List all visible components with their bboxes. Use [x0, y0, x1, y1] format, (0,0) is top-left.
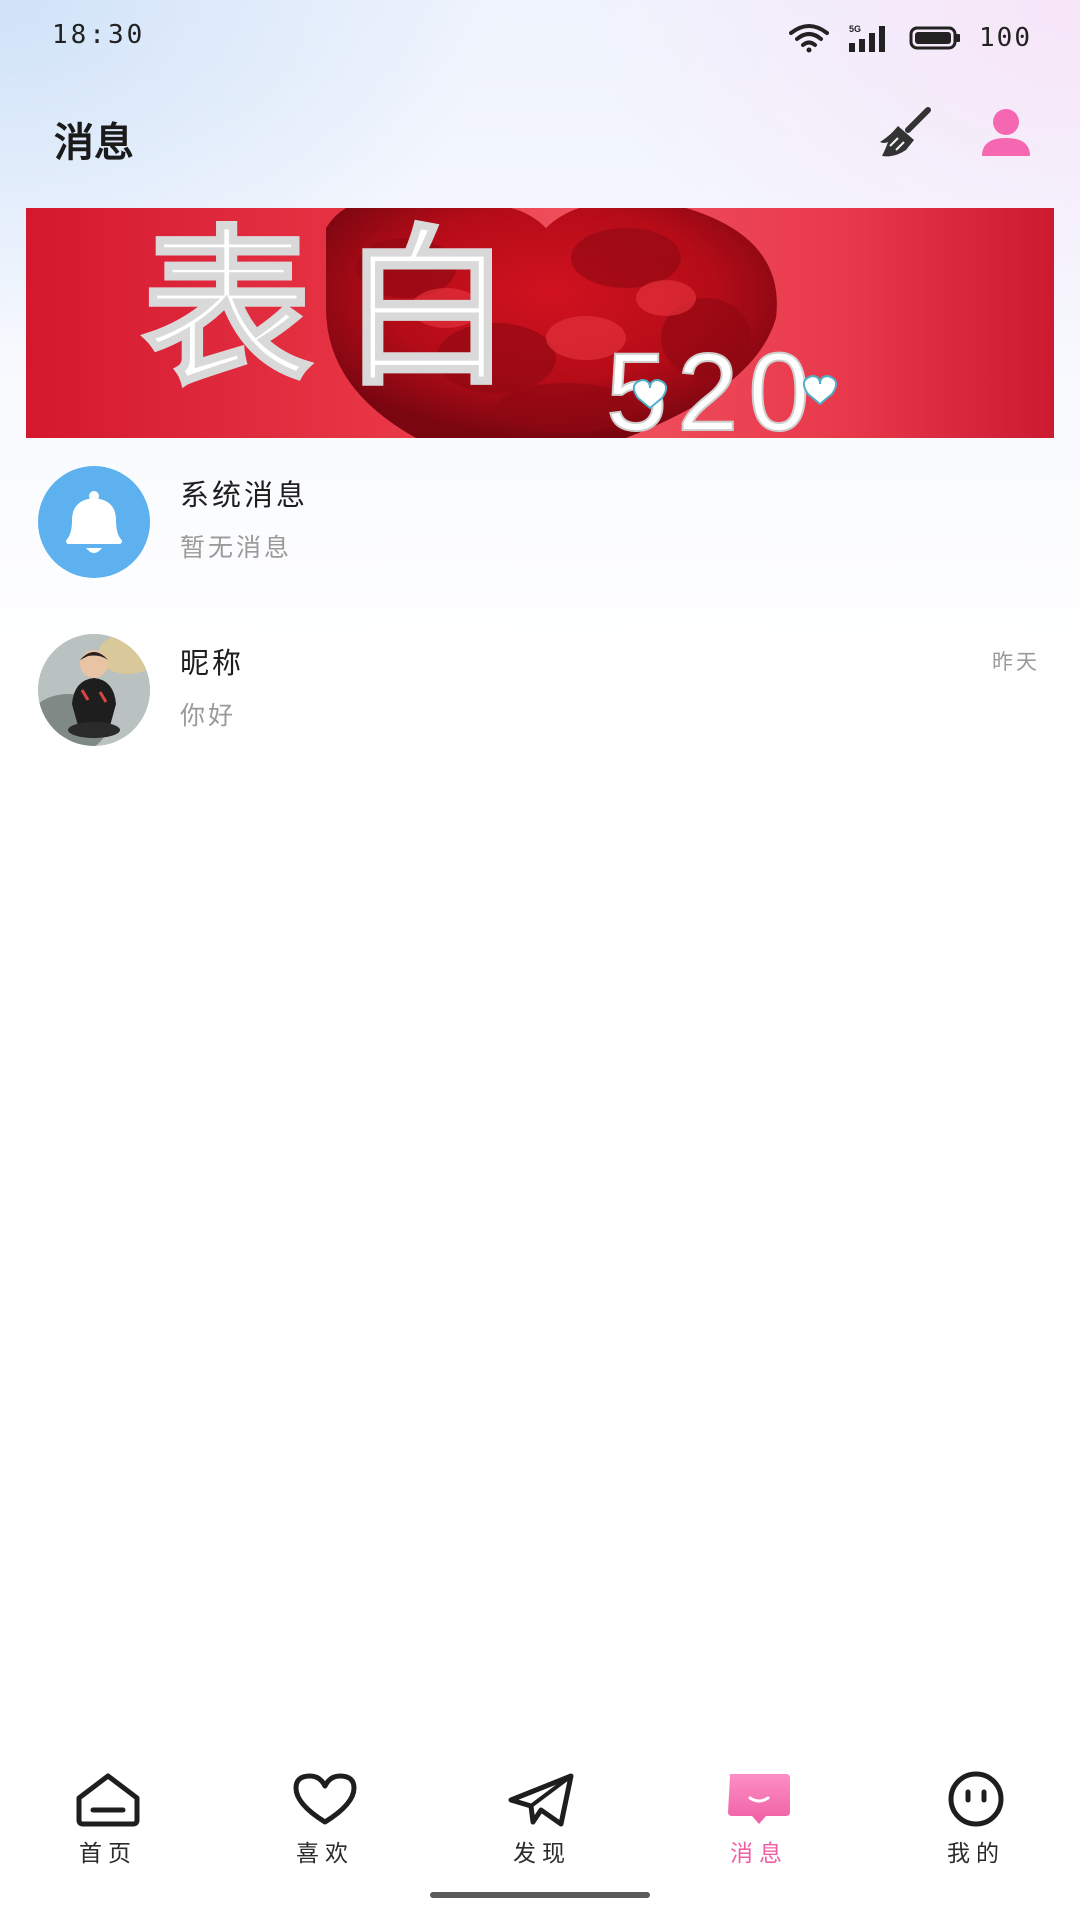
status-bar: 18:30 5G 100 [0, 0, 1080, 76]
cellular-signal-icon: 5G [849, 24, 886, 52]
tab-messages[interactable]: 消息 [689, 1760, 829, 1870]
clear-messages-button[interactable] [876, 106, 936, 162]
user-avatar [38, 634, 150, 746]
face-icon [948, 1771, 1004, 1827]
message-preview: 暂无消息 [180, 533, 293, 562]
chat-message-item[interactable]: 昵称 你好 昨天 [0, 634, 1080, 764]
message-title: 系统消息 [180, 478, 309, 512]
message-icon [728, 1774, 790, 1824]
tab-label: 发现 [513, 1841, 571, 1867]
header: 消息 [0, 96, 1080, 176]
tab-label: 消息 [730, 1841, 788, 1867]
message-title: 昵称 [180, 646, 245, 680]
bell-icon [66, 491, 122, 553]
user-photo [38, 634, 150, 746]
battery-level: 100 [979, 23, 1032, 53]
tab-me[interactable]: 我的 [906, 1760, 1046, 1870]
tab-discover[interactable]: 发现 [472, 1760, 612, 1870]
broom-icon [880, 107, 931, 157]
tab-likes[interactable]: 喜欢 [255, 1760, 395, 1870]
battery-icon [909, 26, 961, 50]
bell-avatar [38, 466, 150, 578]
person-icon [982, 109, 1030, 156]
home-indicator[interactable] [430, 1892, 650, 1898]
status-time: 18:30 [52, 20, 146, 50]
bottom-tab-bar: 首页 喜欢 发现 消息 我的 [0, 1760, 1080, 1870]
network-type-label: 5G [849, 24, 861, 34]
tab-label: 我的 [947, 1841, 1005, 1867]
promo-banner[interactable]: 表白 520 [26, 208, 1054, 438]
banner-artwork: 表白 520 [141, 208, 838, 438]
tab-label: 喜欢 [296, 1841, 354, 1867]
tab-label: 首页 [79, 1841, 137, 1867]
status-icons: 5G 100 [789, 20, 1032, 56]
tab-home[interactable]: 首页 [38, 1760, 178, 1870]
page-title: 消息 [54, 119, 134, 166]
message-time: 昨天 [992, 650, 1040, 674]
heart-icon [293, 1773, 357, 1825]
banner-big-text: 表白 [142, 209, 542, 409]
message-preview: 你好 [180, 701, 237, 730]
system-message-item[interactable]: 系统消息 暂无消息 [0, 466, 1080, 596]
contacts-button[interactable] [976, 106, 1036, 162]
paper-plane-icon [508, 1773, 574, 1827]
wifi-icon [789, 24, 830, 53]
home-icon [76, 1773, 140, 1827]
